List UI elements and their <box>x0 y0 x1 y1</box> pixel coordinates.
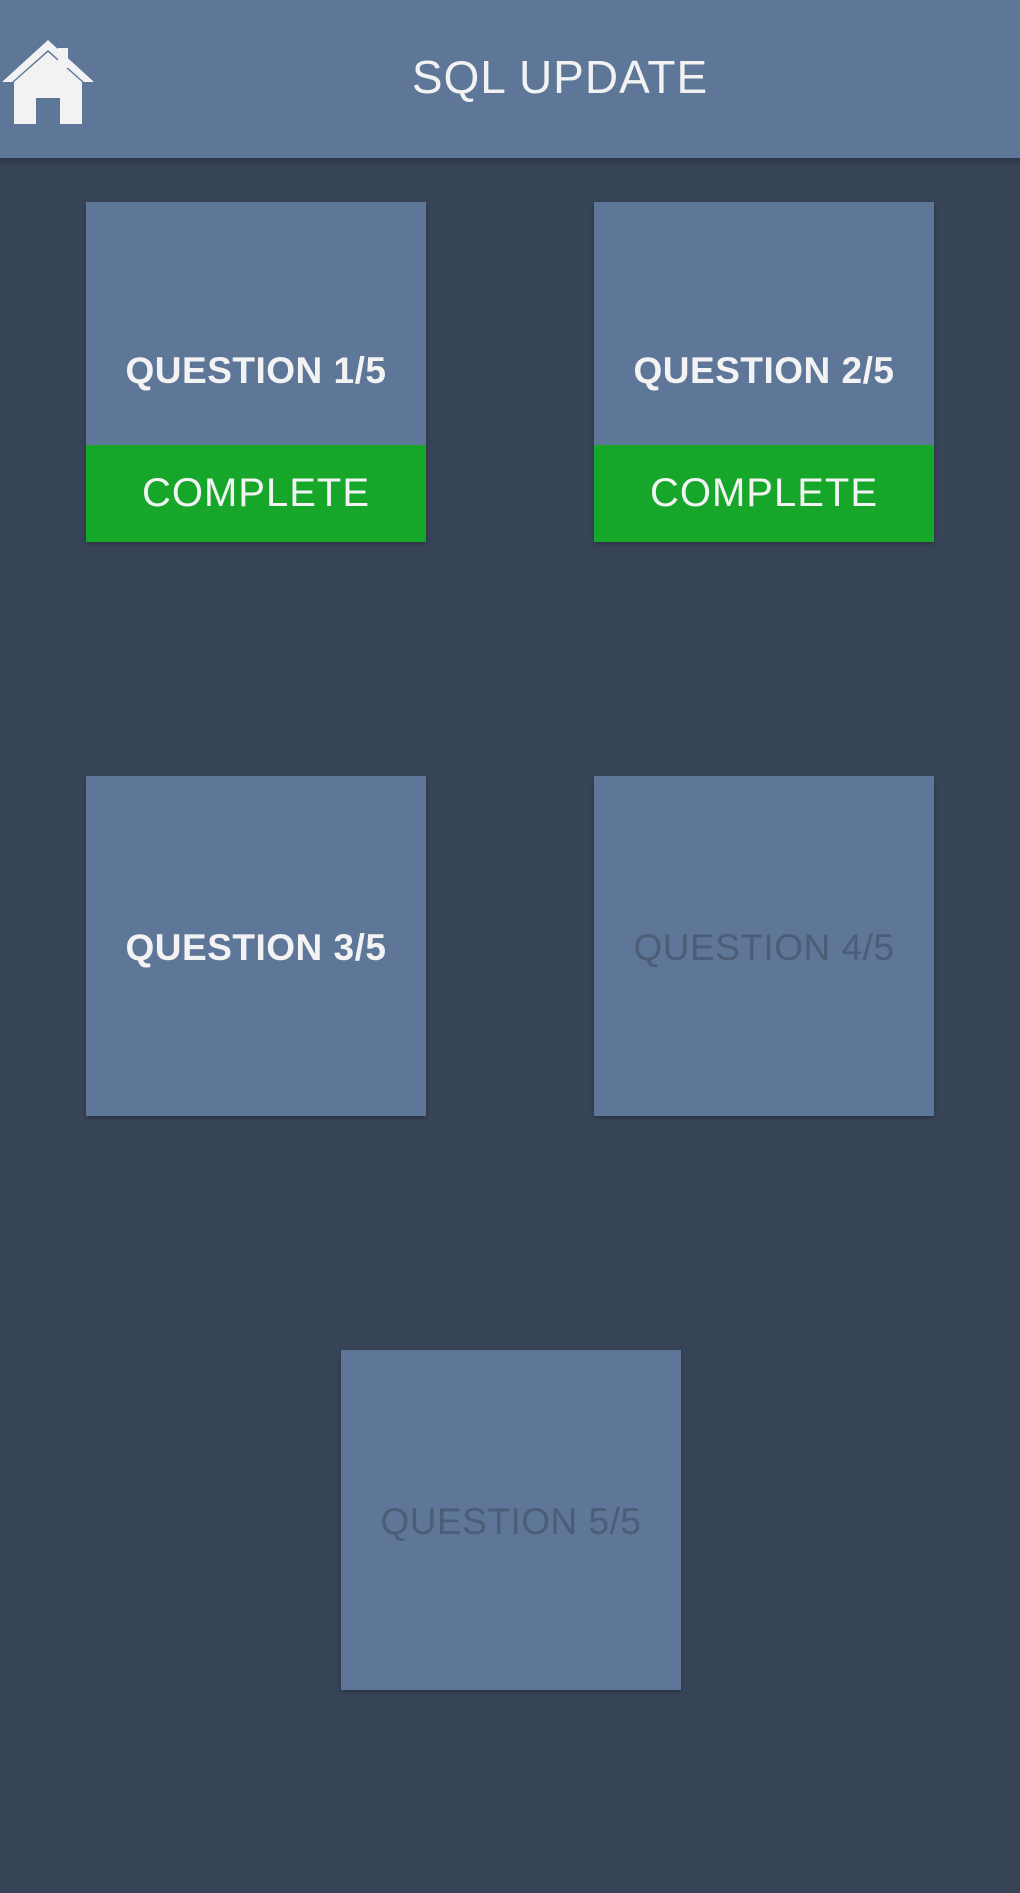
page-title: SQL UPDATE <box>411 51 709 103</box>
question-tile-4[interactable]: QUESTION 4/5 <box>594 776 934 1116</box>
question-tile-1[interactable]: QUESTION 1/5 COMPLETE <box>86 202 426 542</box>
question-tile-3[interactable]: QUESTION 3/5 <box>86 776 426 1116</box>
complete-badge: COMPLETE <box>86 445 426 542</box>
question-label: QUESTION 2/5 <box>633 350 895 391</box>
question-label: QUESTION 3/5 <box>125 927 387 968</box>
question-label: QUESTION 5/5 <box>380 1501 642 1542</box>
top-app-bar: SQL UPDATE <box>0 0 1020 158</box>
question-label: QUESTION 4/5 <box>633 927 895 968</box>
question-tile-5[interactable]: QUESTION 5/5 <box>341 1350 681 1690</box>
quiz-screen: SQL UPDATE QUESTION 1/5 COMPLETE QUESTIO… <box>0 0 1020 1893</box>
complete-badge: COMPLETE <box>594 445 934 542</box>
question-tile-2[interactable]: QUESTION 2/5 COMPLETE <box>594 202 934 542</box>
question-label: QUESTION 1/5 <box>125 350 387 391</box>
